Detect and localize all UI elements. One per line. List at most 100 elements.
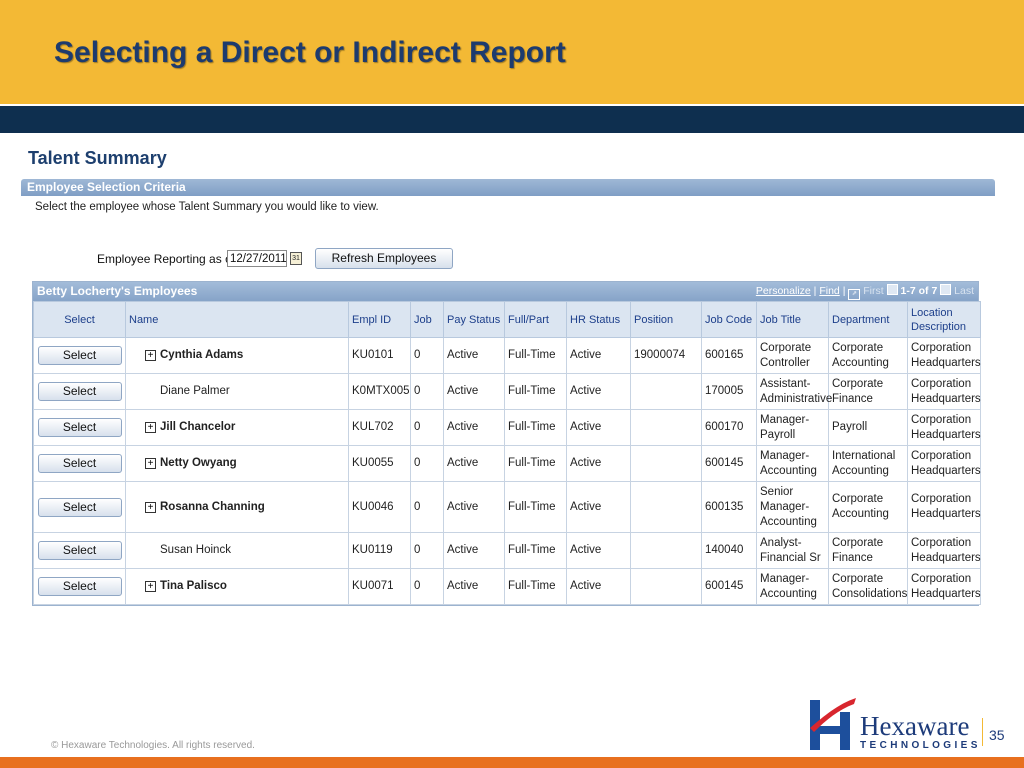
next-arrow-icon[interactable] bbox=[940, 284, 952, 295]
empl-id-cell: KUL702 bbox=[348, 409, 411, 446]
department-cell: International Accounting bbox=[828, 445, 908, 482]
position-cell bbox=[630, 409, 702, 446]
employee-name: Jill Chancelor bbox=[160, 421, 236, 433]
pay-status-cell: Active bbox=[443, 373, 505, 410]
expand-icon[interactable]: + bbox=[145, 422, 156, 433]
pay-status-cell: Active bbox=[443, 409, 505, 446]
hr-status-cell: Active bbox=[566, 481, 631, 533]
job-title-cell: Senior Manager-Accounting bbox=[756, 481, 829, 533]
table-row: Select + Jill Chancelor KUL702 0 Active F… bbox=[33, 409, 981, 446]
hexaware-logo: Hexaware TECHNOLOGIES bbox=[805, 693, 977, 751]
page-title: Talent Summary bbox=[28, 148, 167, 168]
name-cell: + Jill Chancelor bbox=[125, 409, 349, 446]
select-button[interactable]: Select bbox=[37, 382, 122, 401]
job-cell: 0 bbox=[410, 568, 444, 605]
reporting-date-label: Employee Reporting as of bbox=[97, 252, 236, 266]
full-part-cell: Full-Time bbox=[504, 337, 567, 374]
nav-separator: | bbox=[813, 285, 817, 297]
expand-icon[interactable]: + bbox=[145, 458, 156, 469]
grid-title: Betty Locherty's Employees bbox=[37, 284, 198, 298]
previous-arrow-icon[interactable] bbox=[886, 284, 898, 295]
hr-status-cell: Active bbox=[566, 337, 631, 374]
instruction-text: Select the employee whose Talent Summary… bbox=[35, 201, 379, 213]
job-title-cell: Assistant-Administrative bbox=[756, 373, 832, 410]
job-code-cell: 600135 bbox=[701, 481, 757, 533]
column-header: Location Description bbox=[907, 301, 981, 338]
job-title-cell: Manager-Accounting bbox=[756, 568, 829, 605]
last-link[interactable]: Last bbox=[954, 285, 974, 297]
column-header: Select bbox=[33, 301, 126, 338]
table-row: Select + Tina Palisco KU0071 0 Active Ful… bbox=[33, 568, 981, 605]
column-header: Name bbox=[125, 301, 349, 338]
location-cell: Corporation Headquarters bbox=[907, 532, 981, 569]
job-cell: 0 bbox=[410, 409, 444, 446]
name-cell: + Cynthia Adams bbox=[125, 337, 349, 374]
pay-status-cell: Active bbox=[443, 337, 505, 374]
first-link[interactable]: First bbox=[863, 285, 883, 297]
full-part-cell: Full-Time bbox=[504, 445, 567, 482]
table-row: Select Diane Palmer K0MTX005 0 Active Fu… bbox=[33, 373, 981, 410]
name-cell: Diane Palmer bbox=[125, 373, 349, 410]
reporting-date-input[interactable]: 12/27/2011 bbox=[227, 250, 287, 267]
view-all-icon[interactable]: ⇗ bbox=[848, 289, 861, 300]
pay-status-cell: Active bbox=[443, 568, 505, 605]
position-cell: 19000074 bbox=[630, 337, 702, 374]
personalize-link[interactable]: Personalize bbox=[756, 285, 811, 297]
select-cell: Select bbox=[33, 337, 126, 374]
page-number: 35 bbox=[982, 718, 1005, 746]
column-header: Job bbox=[410, 301, 444, 338]
select-button[interactable]: Select bbox=[37, 541, 122, 560]
column-header: Position bbox=[630, 301, 702, 338]
employee-name: Diane Palmer bbox=[160, 385, 230, 397]
department-cell: Payroll bbox=[828, 409, 908, 446]
job-code-cell: 600145 bbox=[701, 445, 757, 482]
hr-status-cell: Active bbox=[566, 445, 631, 482]
logo-subtext: TECHNOLOGIES bbox=[860, 740, 981, 751]
location-cell: Corporation Headquarters bbox=[907, 568, 981, 605]
select-button[interactable]: Select bbox=[37, 418, 122, 437]
column-header: Pay Status bbox=[443, 301, 505, 338]
location-cell: Corporation Headquarters bbox=[907, 481, 981, 533]
employee-name: Tina Palisco bbox=[160, 580, 227, 592]
job-code-cell: 600145 bbox=[701, 568, 757, 605]
position-cell bbox=[630, 481, 702, 533]
hexaware-h-icon bbox=[810, 698, 856, 750]
employee-name: Rosanna Channing bbox=[160, 500, 265, 513]
location-cell: Corporation Headquarters bbox=[907, 445, 981, 482]
select-button[interactable]: Select bbox=[37, 497, 122, 517]
hr-status-cell: Active bbox=[566, 532, 631, 569]
hr-status-cell: Active bbox=[566, 568, 631, 605]
select-cell: Select bbox=[33, 481, 126, 533]
expand-icon[interactable]: + bbox=[145, 501, 156, 513]
job-title-cell: Manager-Accounting bbox=[756, 445, 829, 482]
select-button[interactable]: Select bbox=[37, 346, 122, 365]
expand-icon[interactable]: + bbox=[145, 350, 156, 361]
refresh-employees-button[interactable]: Refresh Employees bbox=[315, 248, 453, 269]
pay-status-cell: Active bbox=[443, 532, 505, 569]
expand-icon[interactable]: + bbox=[145, 581, 156, 592]
calendar-icon[interactable]: 31 bbox=[290, 252, 302, 265]
bottom-bar bbox=[0, 757, 1024, 768]
select-cell: Select bbox=[33, 568, 126, 605]
employees-table: Select Name Empl ID Job Pay Status Full/… bbox=[33, 301, 981, 605]
hr-status-cell: Active bbox=[566, 373, 631, 410]
location-cell: Corporation Headquarters bbox=[907, 409, 981, 446]
department-cell: Corporate Finance bbox=[828, 373, 908, 410]
table-row: Select + Cynthia Adams KU0101 0 Active Fu… bbox=[33, 337, 981, 374]
nav-separator: | bbox=[842, 285, 846, 297]
select-button[interactable]: Select bbox=[37, 577, 122, 596]
full-part-cell: Full-Time bbox=[504, 409, 567, 446]
job-title-cell: Manager-Payroll bbox=[756, 409, 829, 446]
select-button[interactable]: Select bbox=[37, 454, 122, 473]
empl-id-cell: K0MTX005 bbox=[348, 373, 411, 410]
header-band bbox=[0, 104, 1024, 133]
name-cell: + Rosanna Channing bbox=[125, 481, 349, 533]
row-range: 1-7 of 7 bbox=[900, 285, 938, 297]
column-header: Job Code bbox=[701, 301, 757, 338]
grid-navigation: Personalize | Find | ⇗ First 1-7 of 7 La… bbox=[756, 282, 974, 301]
job-code-cell: 170005 bbox=[701, 373, 757, 410]
employee-name: Cynthia Adams bbox=[160, 349, 244, 361]
full-part-cell: Full-Time bbox=[504, 373, 567, 410]
empl-id-cell: KU0119 bbox=[348, 532, 411, 569]
find-link[interactable]: Find bbox=[819, 285, 839, 297]
